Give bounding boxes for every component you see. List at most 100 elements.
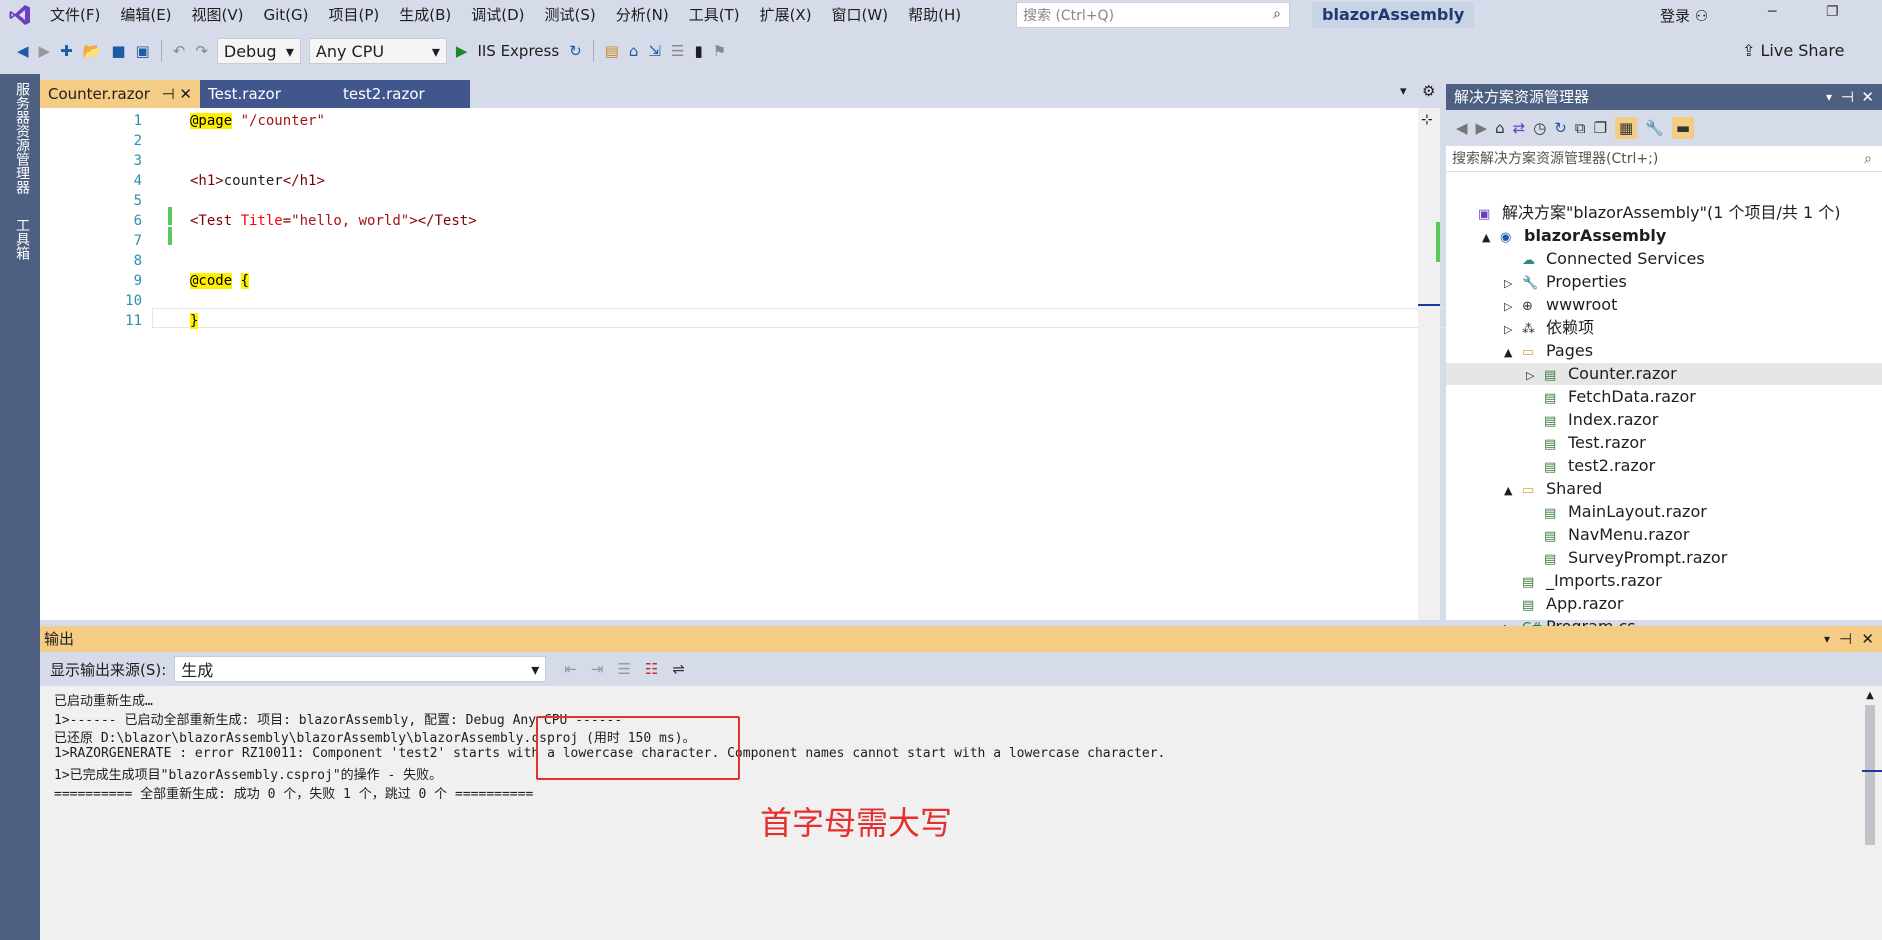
close-icon[interactable]: ✕ [1861,84,1874,110]
run-icon[interactable]: ▶ [451,34,473,68]
open-file-icon[interactable]: 📂 [78,34,107,68]
tree-item[interactable]: ▲ ▭ Pages [1446,340,1882,362]
redo-icon[interactable]: ↷ [190,34,213,68]
tab-test-razor[interactable]: Test.razor [200,80,335,108]
scroll-thumb[interactable] [1865,705,1875,845]
tree-item[interactable]: ▤ NavMenu.razor [1446,524,1882,546]
bookmark-prev-icon[interactable]: ⚑ [708,34,731,68]
output-source-select[interactable]: 生成 ▾ [174,656,547,682]
expand-arrow-icon[interactable]: ▲ [1482,227,1500,249]
back-icon[interactable]: ◀ [1456,119,1468,137]
preview-icon[interactable]: ▬ [1671,117,1695,139]
tree-item[interactable]: ▲ ▭ Shared [1446,478,1882,500]
menu-item-10[interactable]: 扩展(X) [750,0,822,30]
editor-scrollbar[interactable]: ⊹ [1418,108,1440,620]
tab-test2-razor[interactable]: test2.razor [335,80,470,108]
expand-arrow-icon[interactable]: ▷ [1504,319,1522,341]
save-all-icon[interactable]: ▣ [131,34,155,68]
home-icon[interactable]: ⌂ [1495,119,1505,137]
new-project-icon[interactable]: ✚ [55,34,78,68]
tree-item[interactable]: ▷ ▤ Counter.razor [1446,363,1882,385]
browser-icon[interactable]: ⌂ [624,34,644,68]
dropdown-icon[interactable]: ▾ [1826,84,1832,110]
step-icon[interactable]: ⇲ [643,34,666,68]
menu-item-1[interactable]: 编辑(E) [110,0,181,30]
tree-item[interactable]: ▤ MainLayout.razor [1446,501,1882,523]
server-explorer-tab[interactable]: 服务器资源管理器 [12,82,32,194]
menu-item-12[interactable]: 帮助(H) [898,0,971,30]
split-icon[interactable]: ⊹ [1421,112,1433,128]
tree-item[interactable]: ▤ test2.razor [1446,455,1882,477]
save-icon[interactable]: ■ [106,34,130,68]
tree-item[interactable]: ▷ ⁂ 依赖项 [1446,317,1882,339]
output-scrollbar[interactable]: ▲ [1862,690,1878,936]
folder-icon[interactable]: ▤ [600,34,624,68]
output-text-area[interactable]: ▲ 已启动重新生成… 1>------ 已启动全部重新生成: 项目: blazor… [40,686,1882,940]
collapse-icon[interactable]: ⧉ [1575,119,1586,137]
scroll-up-icon[interactable]: ▲ [1862,690,1878,701]
show-all-icon[interactable]: ▦ [1615,117,1638,139]
refresh-icon[interactable]: ↻ [564,34,587,68]
search-input[interactable]: 搜索 (Ctrl+Q) ⌕ [1016,2,1290,28]
platform-select[interactable]: Any CPU ▾ [308,38,447,64]
close-icon[interactable]: ⊣ ✕ [162,80,192,108]
menu-item-6[interactable]: 调试(D) [461,0,534,30]
switch-views-icon[interactable]: ⇄ [1513,119,1526,137]
close-icon[interactable]: ✕ [1861,626,1874,652]
goto-prev-icon[interactable]: ⇤ [564,660,577,678]
toolbox-tab[interactable]: 工具箱 [12,218,32,260]
goto-next-icon[interactable]: ⇥ [591,660,604,678]
tree-item[interactable]: ▷ 🔧 Properties [1446,271,1882,293]
menu-item-9[interactable]: 工具(T) [679,0,750,30]
restore-icon[interactable]: ❐ [1826,4,1839,20]
tree-item[interactable]: ▤ _Imports.razor [1446,570,1882,592]
code-editor[interactable]: 1 @page "/counter" 2 3 4 <h1>counter</h1> 5 6 <T… [40,108,1450,620]
undo-icon[interactable]: ↶ [168,34,191,68]
tree-item[interactable]: ▣ 解决方案"blazorAssembly"(1 个项目/共 1 个) [1446,202,1882,224]
word-wrap-icon[interactable]: ⇌ [672,660,685,678]
tree-item[interactable]: ☁ Connected Services [1446,248,1882,270]
history-icon[interactable]: ◷ [1533,119,1546,137]
expand-arrow-icon[interactable]: ▷ [1504,296,1522,318]
solution-explorer-search[interactable]: 搜索解决方案资源管理器(Ctrl+;) ⌕ [1446,146,1882,172]
pin-icon[interactable]: ⊣ [1839,626,1852,652]
back-icon[interactable]: ◀ [12,34,34,68]
expand-arrow-icon[interactable]: ▲ [1504,342,1522,364]
login-button[interactable]: 登录 ⚇ [1660,5,1708,26]
minimize-icon[interactable]: ─ [1768,4,1776,20]
live-share-button[interactable]: ⇪ Live Share [1742,34,1844,68]
sync-icon[interactable]: ↻ [1554,119,1567,137]
tab-dropdown-icon[interactable]: ▾ [1400,84,1407,99]
menu-item-5[interactable]: 生成(B) [389,0,461,30]
tree-item[interactable]: ▤ App.razor [1446,593,1882,615]
tree-item[interactable]: ▤ Test.razor [1446,432,1882,454]
configuration-select[interactable]: Debug ▾ [216,38,301,64]
tree-item[interactable]: ▤ Index.razor [1446,409,1882,431]
clear-all-icon[interactable]: ☷ [645,660,658,678]
expand-arrow-icon[interactable]: ▲ [1504,480,1522,502]
tree-item[interactable]: ▤ FetchData.razor [1446,386,1882,408]
copy-icon[interactable]: ❐ [1594,119,1607,137]
pin-icon[interactable]: ⊣ [1841,84,1854,110]
forward-icon[interactable]: ▶ [1476,119,1488,137]
tree-item[interactable]: ▷ ⊕ wwwroot [1446,294,1882,316]
tree-item[interactable]: ▲ ◉ blazorAssembly [1446,225,1882,247]
menu-item-11[interactable]: 窗口(W) [822,0,899,30]
expand-arrow-icon[interactable]: ▷ [1504,273,1522,295]
menu-item-7[interactable]: 测试(S) [535,0,606,30]
find-icon[interactable]: ☰ [617,660,630,678]
menu-item-2[interactable]: 视图(V) [182,0,254,30]
forward-icon[interactable]: ▶ [34,34,56,68]
tab-counter-razor[interactable]: Counter.razor ⊣ ✕ [40,80,200,108]
comment-icon[interactable]: ☰ [666,34,689,68]
run-target-button[interactable]: IIS Express [472,34,564,68]
expand-arrow-icon[interactable]: ▷ [1526,365,1544,387]
menu-item-4[interactable]: 项目(P) [319,0,390,30]
menu-item-8[interactable]: 分析(N) [606,0,679,30]
menu-item-3[interactable]: Git(G) [254,0,319,30]
tree-item[interactable]: ▤ SurveyPrompt.razor [1446,547,1882,569]
dropdown-icon[interactable]: ▾ [1824,626,1830,652]
wrench-icon[interactable]: 🔧 [1645,119,1664,137]
bookmark-icon[interactable]: ▮ [689,34,707,68]
menu-item-0[interactable]: 文件(F) [40,0,110,30]
